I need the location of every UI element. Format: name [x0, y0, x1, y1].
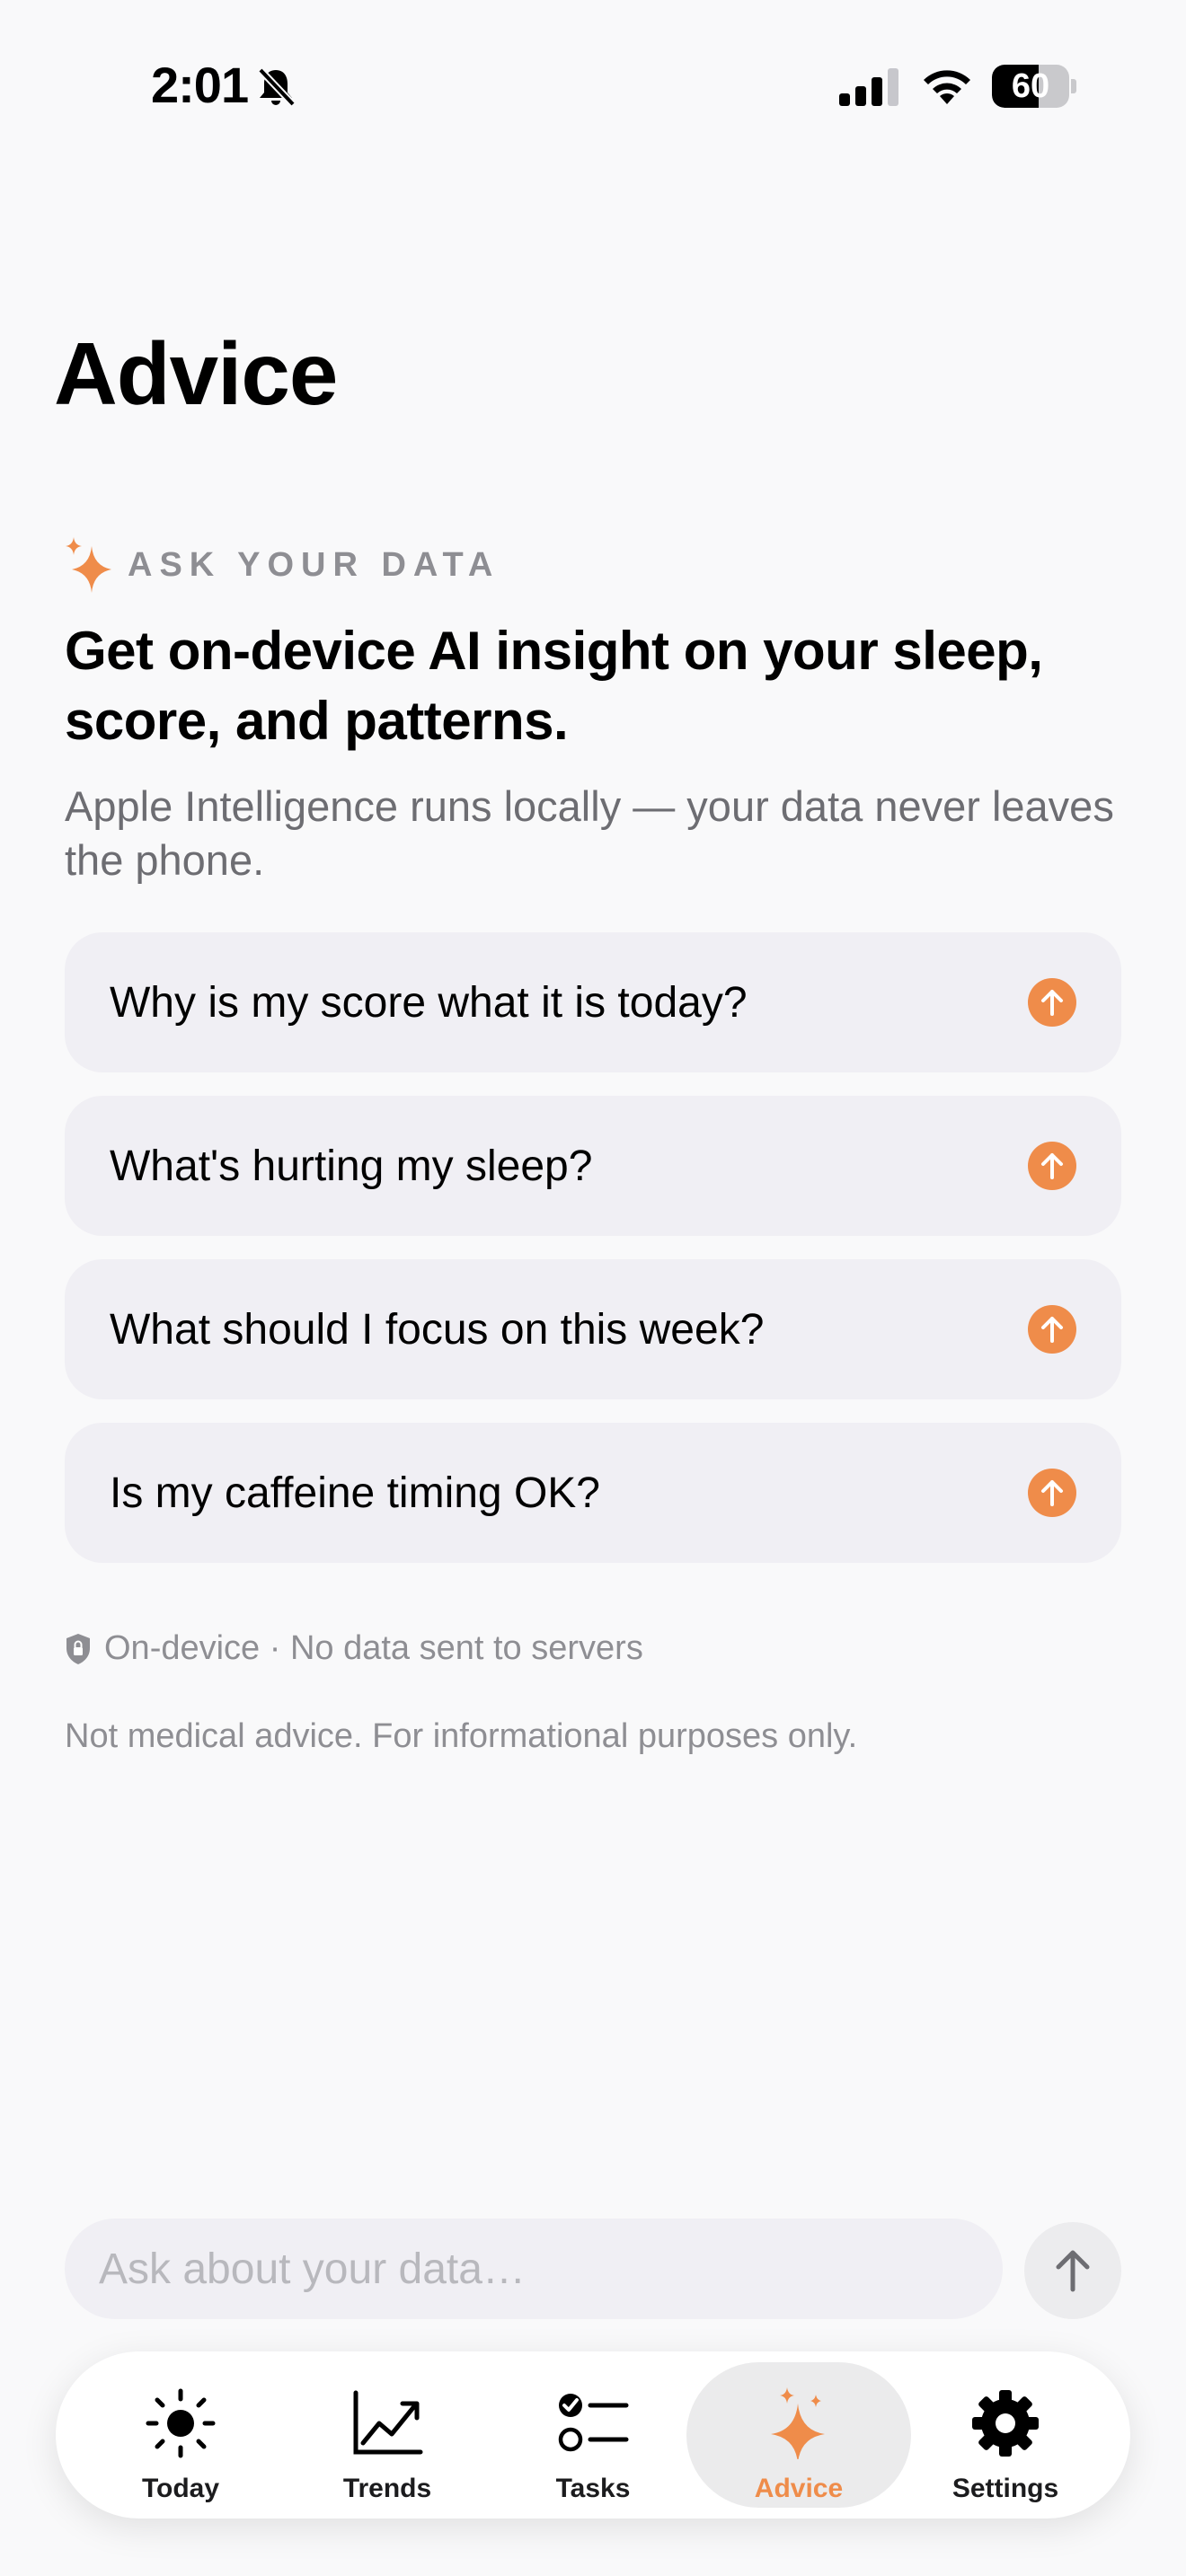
status-bar: 2:01 60 [0, 0, 1186, 171]
prompt-label: What should I focus on this week? [110, 1305, 765, 1354]
arrow-up-icon [1028, 1305, 1076, 1354]
prompt-button-sleep[interactable]: What's hurting my sleep? [65, 1096, 1121, 1236]
tab-bar: Today Trends Tasks Advice Settings [56, 2351, 1130, 2519]
tab-today[interactable]: Today [68, 2362, 293, 2508]
tab-label: Tasks [555, 2474, 631, 2503]
battery-indicator: 60 [992, 65, 1076, 108]
arrow-up-icon [1028, 978, 1076, 1027]
tab-advice[interactable]: Advice [686, 2362, 911, 2508]
privacy-text: On-device · No data sent to servers [104, 1629, 643, 1667]
prompt-button-focus[interactable]: What should I focus on this week? [65, 1259, 1121, 1399]
tab-label: Trends [342, 2474, 432, 2503]
section-header: ASK YOUR DATA [65, 537, 500, 593]
sparkles-icon [771, 2387, 825, 2459]
prompt-button-score[interactable]: Why is my score what it is today? [65, 932, 1121, 1072]
send-button[interactable] [1024, 2222, 1121, 2319]
prompt-label: Is my caffeine timing OK? [110, 1469, 600, 1517]
tab-tasks[interactable]: Tasks [481, 2362, 705, 2508]
cellular-signal-icon [839, 68, 898, 106]
arrow-up-icon [1028, 1142, 1076, 1190]
tab-label: Settings [951, 2474, 1059, 2503]
suggested-prompts: Why is my score what it is today? What's… [65, 932, 1121, 1586]
headline: Get on-device AI insight on your sleep, … [65, 621, 1043, 751]
arrow-up-icon [1028, 1469, 1076, 1517]
prompt-button-caffeine[interactable]: Is my caffeine timing OK? [65, 1423, 1121, 1563]
checklist-icon [558, 2394, 629, 2452]
privacy-note: On-device · No data sent to servers [65, 1629, 643, 1668]
tab-settings[interactable]: Settings [893, 2362, 1118, 2508]
section-label: ASK YOUR DATA [128, 545, 500, 584]
prompt-label: What's hurting my sleep? [110, 1142, 593, 1190]
tab-trends[interactable]: Trends [275, 2362, 500, 2508]
tab-label: Advice [754, 2474, 844, 2503]
arrow-up-icon [1056, 2250, 1090, 2292]
tab-label: Today [141, 2474, 220, 2503]
sparkles-icon [66, 537, 111, 593]
sun-icon [146, 2388, 216, 2458]
battery-percentage: 60 [1011, 67, 1050, 105]
bell-muted-icon [258, 67, 296, 107]
ask-input[interactable] [65, 2219, 1003, 2319]
gear-icon [972, 2390, 1039, 2457]
subtext: Apple Intelligence runs locally — your d… [65, 782, 1114, 884]
chart-line-icon [353, 2390, 423, 2455]
prompt-label: Why is my score what it is today? [110, 978, 748, 1027]
shield-lock-icon [66, 1633, 90, 1664]
wifi-icon [924, 70, 970, 104]
status-time: 2:01 [151, 57, 249, 113]
disclaimer: Not medical advice. For informational pu… [65, 1717, 858, 1755]
page-title: Advice [54, 324, 338, 423]
